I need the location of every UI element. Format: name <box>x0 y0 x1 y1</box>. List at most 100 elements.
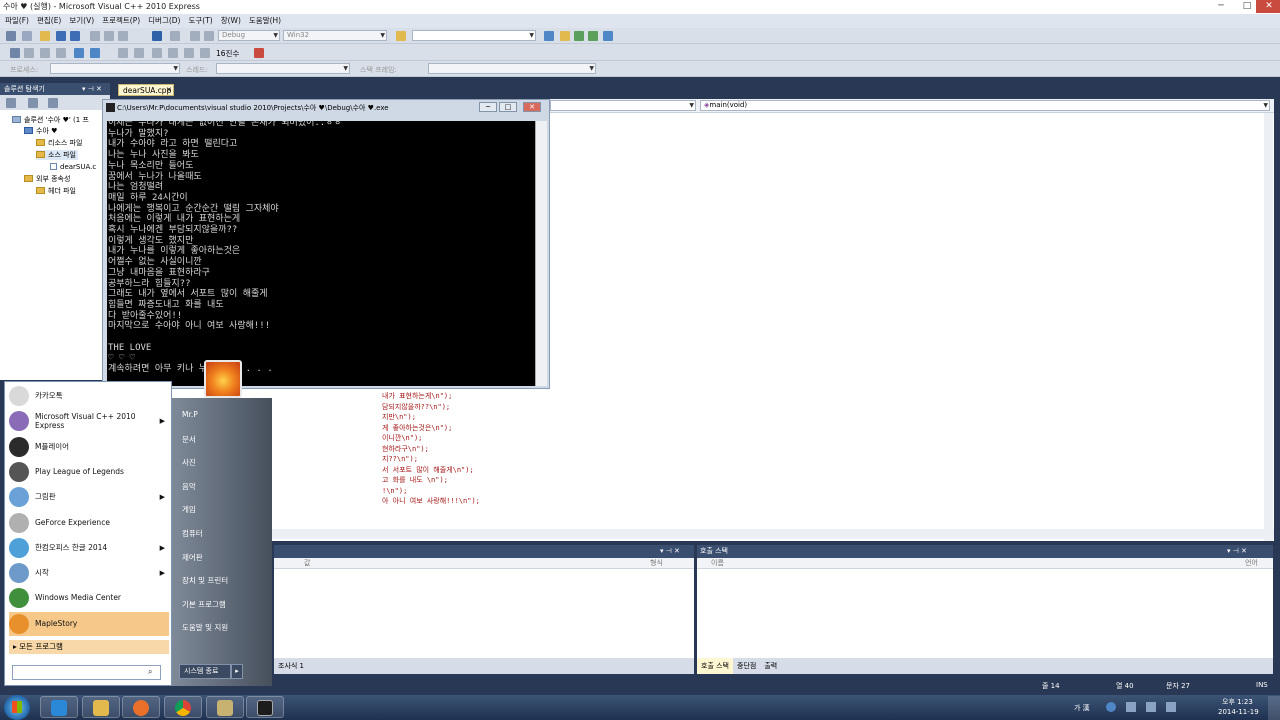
start-search-input[interactable]: ⌕ <box>12 665 161 680</box>
tree-solution[interactable]: 솔루션 '수아 ♥' (1 프 <box>12 115 89 125</box>
editor-scrollbar[interactable] <box>1264 113 1273 541</box>
user-picture[interactable] <box>204 360 242 398</box>
show-all-files-icon[interactable] <box>28 98 38 108</box>
network-icon[interactable] <box>1146 702 1156 712</box>
tray-icon[interactable] <box>1126 702 1136 712</box>
menu-window[interactable]: 창(W) <box>216 14 244 28</box>
cut-icon[interactable] <box>90 31 100 41</box>
taskbar-chrome[interactable] <box>164 696 202 718</box>
process-combo[interactable]: ▼ <box>50 63 180 74</box>
console-maximize-button[interactable]: □ <box>499 102 517 112</box>
hex-toggle[interactable]: 16진수 <box>216 48 239 59</box>
ime-indicator[interactable]: 가 漢 <box>1074 703 1090 713</box>
toolbox-icon[interactable] <box>588 31 598 41</box>
taskbar-ie[interactable] <box>40 696 78 718</box>
indent-icon[interactable] <box>152 48 162 58</box>
properties-icon[interactable] <box>6 98 16 108</box>
pane-controls[interactable]: ▾ ⊣ ✕ <box>82 83 102 95</box>
thread-combo[interactable]: ▼ <box>216 63 350 74</box>
paste-icon[interactable] <box>118 31 128 41</box>
stop-icon[interactable] <box>40 48 50 58</box>
navigate-forward-icon[interactable] <box>204 31 214 41</box>
menu-project[interactable]: 프로젝트(P) <box>97 14 143 28</box>
start-place-link[interactable]: 장치 및 프린터 <box>182 575 228 586</box>
function-combo[interactable]: ◈main(void) ▼ <box>700 100 1270 111</box>
start-program-item[interactable]: 한컴오피스 한글 2014 ▶ <box>9 536 169 560</box>
menu-tools[interactable]: 도구(T) <box>183 14 215 28</box>
shutdown-options-button[interactable]: ▸ <box>231 664 243 679</box>
start-program-item[interactable]: Play League of Legends <box>9 460 169 484</box>
save-icon[interactable] <box>56 31 66 41</box>
shutdown-button[interactable]: 시스템 종료 <box>179 664 231 679</box>
minimize-button[interactable]: ─ <box>1208 0 1234 13</box>
find-combo[interactable]: ▼ <box>412 30 536 41</box>
start-place-link[interactable]: 문서 <box>182 434 196 445</box>
tree-resource-files[interactable]: 리소스 파일 <box>36 138 82 148</box>
new-project-icon[interactable] <box>6 31 16 41</box>
tab-breakpoints[interactable]: 중단점 <box>733 658 760 674</box>
taskbar-visual-studio[interactable] <box>206 696 244 718</box>
outdent-icon[interactable] <box>168 48 178 58</box>
step-out-icon[interactable] <box>134 48 144 58</box>
scope-combo[interactable]: ▼ <box>550 100 696 111</box>
menu-view[interactable]: 보기(V) <box>64 14 97 28</box>
solution-explorer-icon[interactable] <box>560 31 570 41</box>
start-place-link[interactable]: 도움말 및 지원 <box>182 622 228 633</box>
platform-combo[interactable]: Win32 ▼ <box>283 30 387 41</box>
start-place-link[interactable]: 제어판 <box>182 552 203 563</box>
clock-time[interactable]: 오후 1:23 <box>1222 697 1253 707</box>
start-place-link[interactable]: 사진 <box>182 457 196 468</box>
start-button[interactable] <box>4 695 30 720</box>
tree-project[interactable]: 수아 ♥ <box>24 126 57 136</box>
break-all-icon[interactable] <box>24 48 34 58</box>
help-icon[interactable] <box>1106 702 1116 712</box>
start-program-item[interactable]: Windows Media Center <box>9 586 169 610</box>
navigate-back-icon[interactable] <box>190 31 200 41</box>
stack-frame-combo[interactable]: ▼ <box>428 63 596 74</box>
tab-callstack[interactable]: 호출 스택 <box>697 658 733 674</box>
config-combo[interactable]: Debug ▼ <box>218 30 280 41</box>
tab-dearsua-cpp[interactable]: dearSUA.cpp ✕ <box>118 84 174 96</box>
restart-icon[interactable] <box>56 48 66 58</box>
tab-output[interactable]: 출력 <box>760 658 781 674</box>
step-into-icon[interactable] <box>90 48 100 58</box>
properties-icon[interactable] <box>574 31 584 41</box>
start-program-item[interactable]: Microsoft Visual C++ 2010 Express ▶ <box>9 409 169 433</box>
open-icon[interactable] <box>40 31 50 41</box>
start-place-link[interactable]: 기본 프로그램 <box>182 599 226 610</box>
add-item-icon[interactable] <box>22 31 32 41</box>
start-place-link[interactable]: 게임 <box>182 504 196 515</box>
taskbar-console[interactable] <box>246 696 284 718</box>
console-window[interactable]: C:\Users\Mr.P\documents\visual studio 20… <box>102 99 550 389</box>
redo-icon[interactable] <box>170 31 180 41</box>
comment-icon[interactable] <box>184 48 194 58</box>
start-program-item[interactable]: 카카오톡 <box>9 384 169 408</box>
show-desktop-button[interactable] <box>1268 696 1280 720</box>
find-icon[interactable] <box>544 31 554 41</box>
start-place-link[interactable]: 컴퓨터 <box>182 528 203 539</box>
undo-icon[interactable] <box>152 31 162 41</box>
start-program-item[interactable]: MapleStory <box>9 611 169 636</box>
menu-debug[interactable]: 디버그(D) <box>143 14 183 28</box>
console-minimize-button[interactable]: ─ <box>479 102 497 112</box>
all-programs-button[interactable]: ▸ 모든 프로그램 <box>9 640 169 654</box>
volume-icon[interactable] <box>1166 702 1176 712</box>
close-tab-icon[interactable]: ✕ <box>166 85 172 96</box>
console-scrollbar[interactable] <box>535 121 547 386</box>
step-over-icon[interactable] <box>118 48 128 58</box>
continue-icon[interactable] <box>10 48 20 58</box>
start-place-link[interactable]: Mr.P <box>182 410 198 419</box>
find-in-files-icon[interactable] <box>396 31 406 41</box>
breakpoints-icon[interactable] <box>254 48 264 58</box>
tree-source-file[interactable]: dearSUA.c <box>50 162 96 172</box>
start-place-link[interactable]: 음악 <box>182 481 196 492</box>
start-program-item[interactable]: 시작 ▶ <box>9 561 169 585</box>
tab-watch-1[interactable]: 조사식 1 <box>274 658 308 674</box>
show-next-statement-icon[interactable] <box>74 48 84 58</box>
menu-edit[interactable]: 편집(E) <box>32 14 64 28</box>
menu-help[interactable]: 도움말(H) <box>244 14 284 28</box>
search-icon[interactable]: ⌕ <box>148 667 152 677</box>
taskbar-media-player[interactable] <box>122 696 160 718</box>
refresh-icon[interactable] <box>48 98 58 108</box>
start-page-icon[interactable] <box>603 31 613 41</box>
